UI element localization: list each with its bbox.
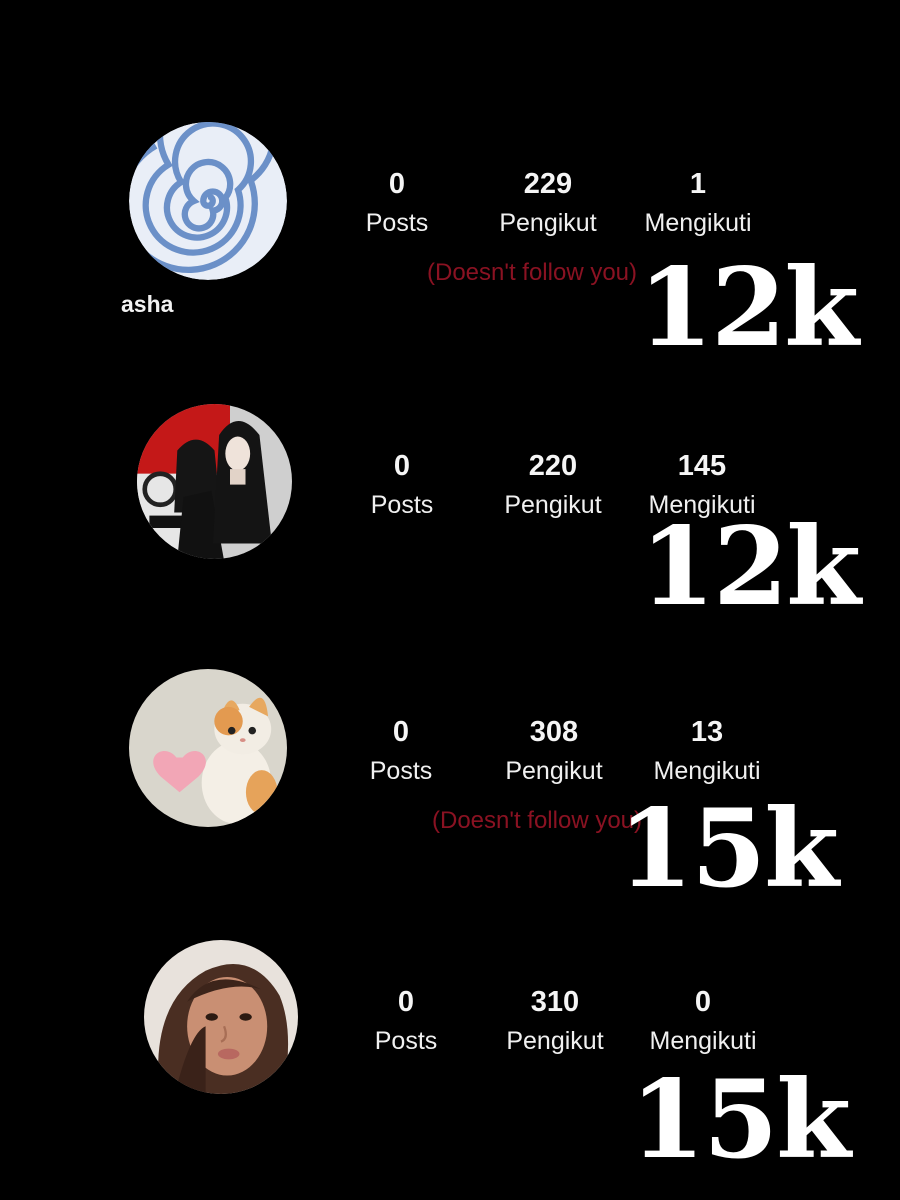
followers-label: Pengikut	[506, 1027, 604, 1055]
posts-label: Posts	[374, 1027, 438, 1055]
following-label: Mengikuti	[649, 1027, 757, 1055]
followers-count: 310	[530, 986, 580, 1018]
follower-price-overlay: 15k	[630, 1057, 851, 1183]
following-count: 0	[694, 986, 712, 1018]
girl-portrait-icon[interactable]	[144, 940, 298, 1094]
following-stat[interactable]: 0 Mengikuti	[623, 988, 783, 1054]
posts-stat[interactable]: 0 Posts	[326, 988, 486, 1054]
posts-count: 0	[397, 986, 415, 1018]
profile-card: 0 Posts 310 Pengikut 0 Mengikuti 15k	[0, 0, 900, 1200]
followers-stat[interactable]: 310 Pengikut	[475, 988, 635, 1054]
